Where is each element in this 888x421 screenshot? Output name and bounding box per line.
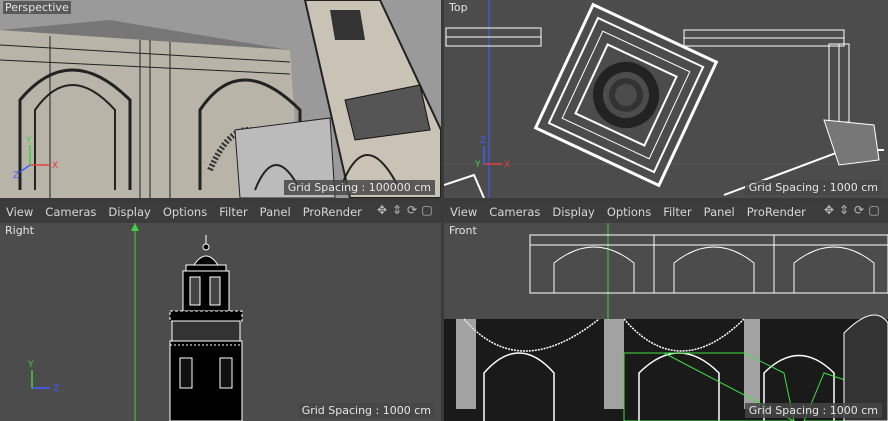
svg-text:Y: Y — [25, 136, 32, 146]
svg-text:Y: Y — [474, 160, 481, 170]
viewport-label-top[interactable]: Top — [447, 1, 470, 14]
menu-filter[interactable]: Filter — [657, 205, 697, 219]
viewport-label-front[interactable]: Front — [447, 224, 479, 237]
axis-gizmo-top: X Z Y — [474, 136, 510, 170]
right-scene: Z Y — [27, 223, 243, 421]
menu-options[interactable]: Options — [157, 205, 213, 219]
viewport-perspective[interactable]: X Y Z Perspective Grid Spacing : 100000 … — [0, 0, 441, 198]
maximize-view-icon[interactable]: ▢ — [868, 204, 880, 217]
svg-text:X: X — [504, 160, 510, 170]
menu-cameras[interactable]: Cameras — [483, 205, 546, 219]
perspective-scene: X Y Z — [0, 0, 441, 198]
svg-text:Y: Y — [27, 360, 34, 370]
menu-view[interactable]: View — [0, 205, 39, 219]
dolly-view-icon[interactable]: ⇕ — [838, 204, 850, 217]
menubar-front-view: View Cameras Display Options Filter Pane… — [444, 201, 888, 223]
maximize-view-icon[interactable]: ▢ — [421, 204, 433, 217]
menu-display[interactable]: Display — [102, 205, 156, 219]
menu-prorender[interactable]: ProRender — [741, 205, 812, 219]
viewport-right[interactable]: Z Y Right Grid Spacing : 1000 cm — [0, 223, 441, 421]
front-scene — [444, 223, 888, 421]
svg-text:X: X — [52, 161, 58, 171]
rotate-view-icon[interactable]: ⟳ — [406, 204, 418, 217]
rotate-view-icon[interactable]: ⟳ — [853, 204, 865, 217]
grid-spacing-perspective: Grid Spacing : 100000 cm — [283, 180, 435, 195]
menu-panel[interactable]: Panel — [698, 205, 741, 219]
viewport-label-right[interactable]: Right — [3, 224, 36, 237]
menu-display[interactable]: Display — [546, 205, 600, 219]
menu-options[interactable]: Options — [601, 205, 657, 219]
minaret-wireframe — [169, 235, 243, 421]
viewport-top[interactable]: X Z Y Top Grid Spacing : 1000 cm — [444, 0, 888, 198]
axis-gizmo-right: Z Y — [27, 360, 59, 394]
grid-spacing-top: Grid Spacing : 1000 cm — [744, 180, 882, 195]
grid-spacing-front: Grid Spacing : 1000 cm — [744, 403, 882, 418]
menu-view[interactable]: View — [444, 205, 483, 219]
svg-text:Z: Z — [480, 136, 486, 146]
menu-prorender[interactable]: ProRender — [297, 205, 368, 219]
menu-panel[interactable]: Panel — [254, 205, 297, 219]
move-view-icon[interactable]: ✥ — [823, 204, 835, 217]
grid-spacing-right: Grid Spacing : 1000 cm — [297, 403, 435, 418]
move-view-icon[interactable]: ✥ — [376, 204, 388, 217]
menu-cameras[interactable]: Cameras — [39, 205, 102, 219]
top-scene: X Z Y — [444, 0, 888, 198]
menu-filter[interactable]: Filter — [213, 205, 253, 219]
menubar-right-view: View Cameras Display Options Filter Pane… — [0, 201, 441, 223]
viewport-label-perspective[interactable]: Perspective — [3, 1, 71, 14]
dolly-view-icon[interactable]: ⇕ — [391, 204, 403, 217]
viewport-front[interactable]: Front Grid Spacing : 1000 cm — [444, 223, 888, 421]
svg-text:Z: Z — [53, 384, 59, 394]
svg-text:Z: Z — [13, 171, 19, 181]
